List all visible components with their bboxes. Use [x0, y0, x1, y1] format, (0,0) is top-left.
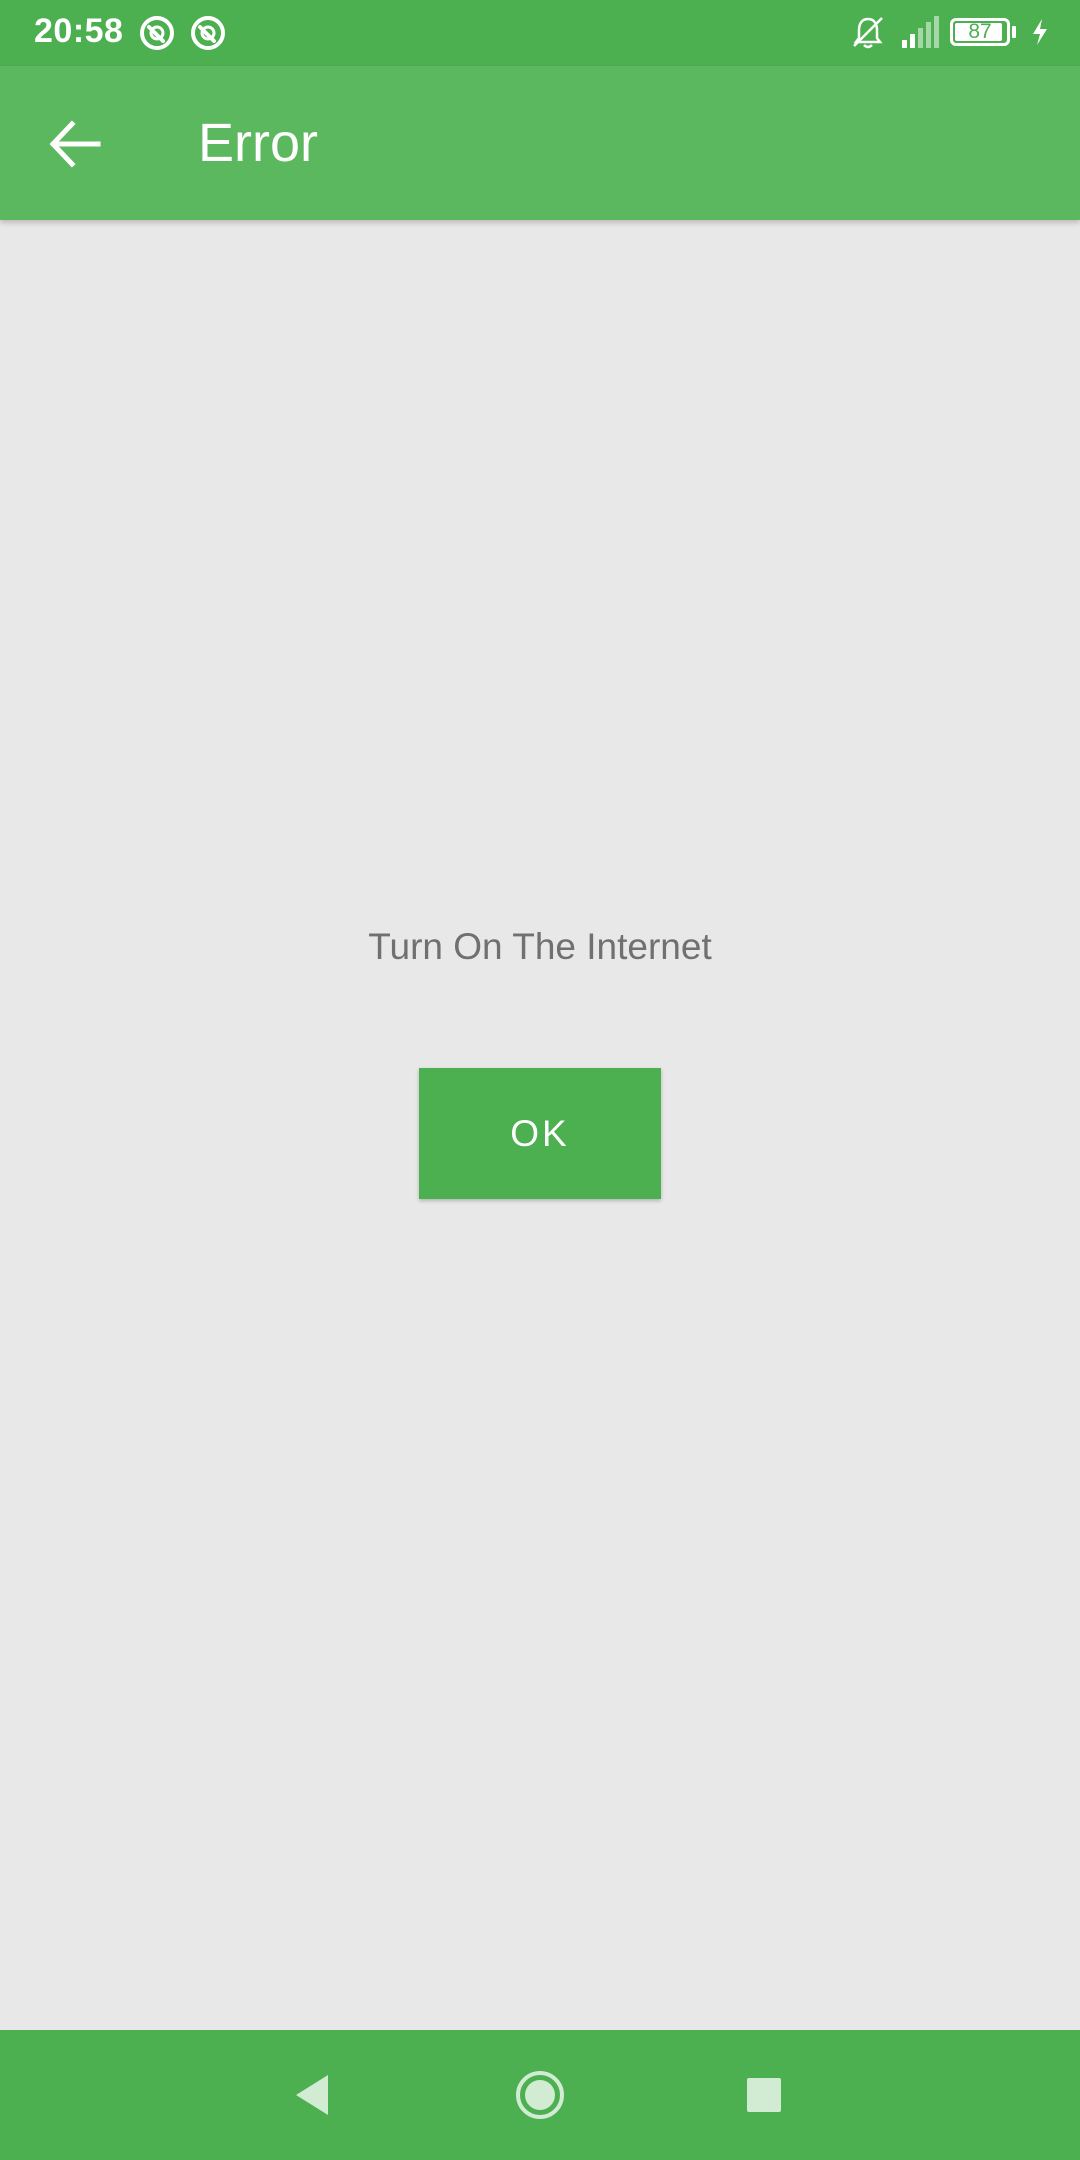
- status-time: 20:58: [34, 12, 124, 50]
- battery-icon: 87: [950, 18, 1010, 46]
- status-bar: 20:58 87: [0, 0, 1080, 66]
- page-title: Error: [198, 113, 318, 173]
- ok-button[interactable]: OK: [419, 1068, 661, 1199]
- error-message: Turn On The Internet: [368, 926, 712, 967]
- battery-nub: [1012, 26, 1016, 38]
- signal-icon: [902, 16, 939, 48]
- nav-recents-icon[interactable]: [729, 2060, 799, 2130]
- bell-off-icon: [853, 17, 883, 49]
- arrow-left-icon[interactable]: [36, 104, 116, 184]
- charging-bolt-icon: [1033, 19, 1047, 45]
- nav-home-icon[interactable]: [505, 2060, 575, 2130]
- status-icons: 87: [850, 14, 1060, 54]
- navigation-bar: [0, 2030, 1080, 2160]
- notification-app-icon: [191, 16, 225, 50]
- app-bar: Error: [0, 66, 1080, 220]
- notification-app-icon: [140, 16, 174, 50]
- nav-back-icon[interactable]: [278, 2060, 348, 2130]
- battery-level: 87: [968, 20, 992, 43]
